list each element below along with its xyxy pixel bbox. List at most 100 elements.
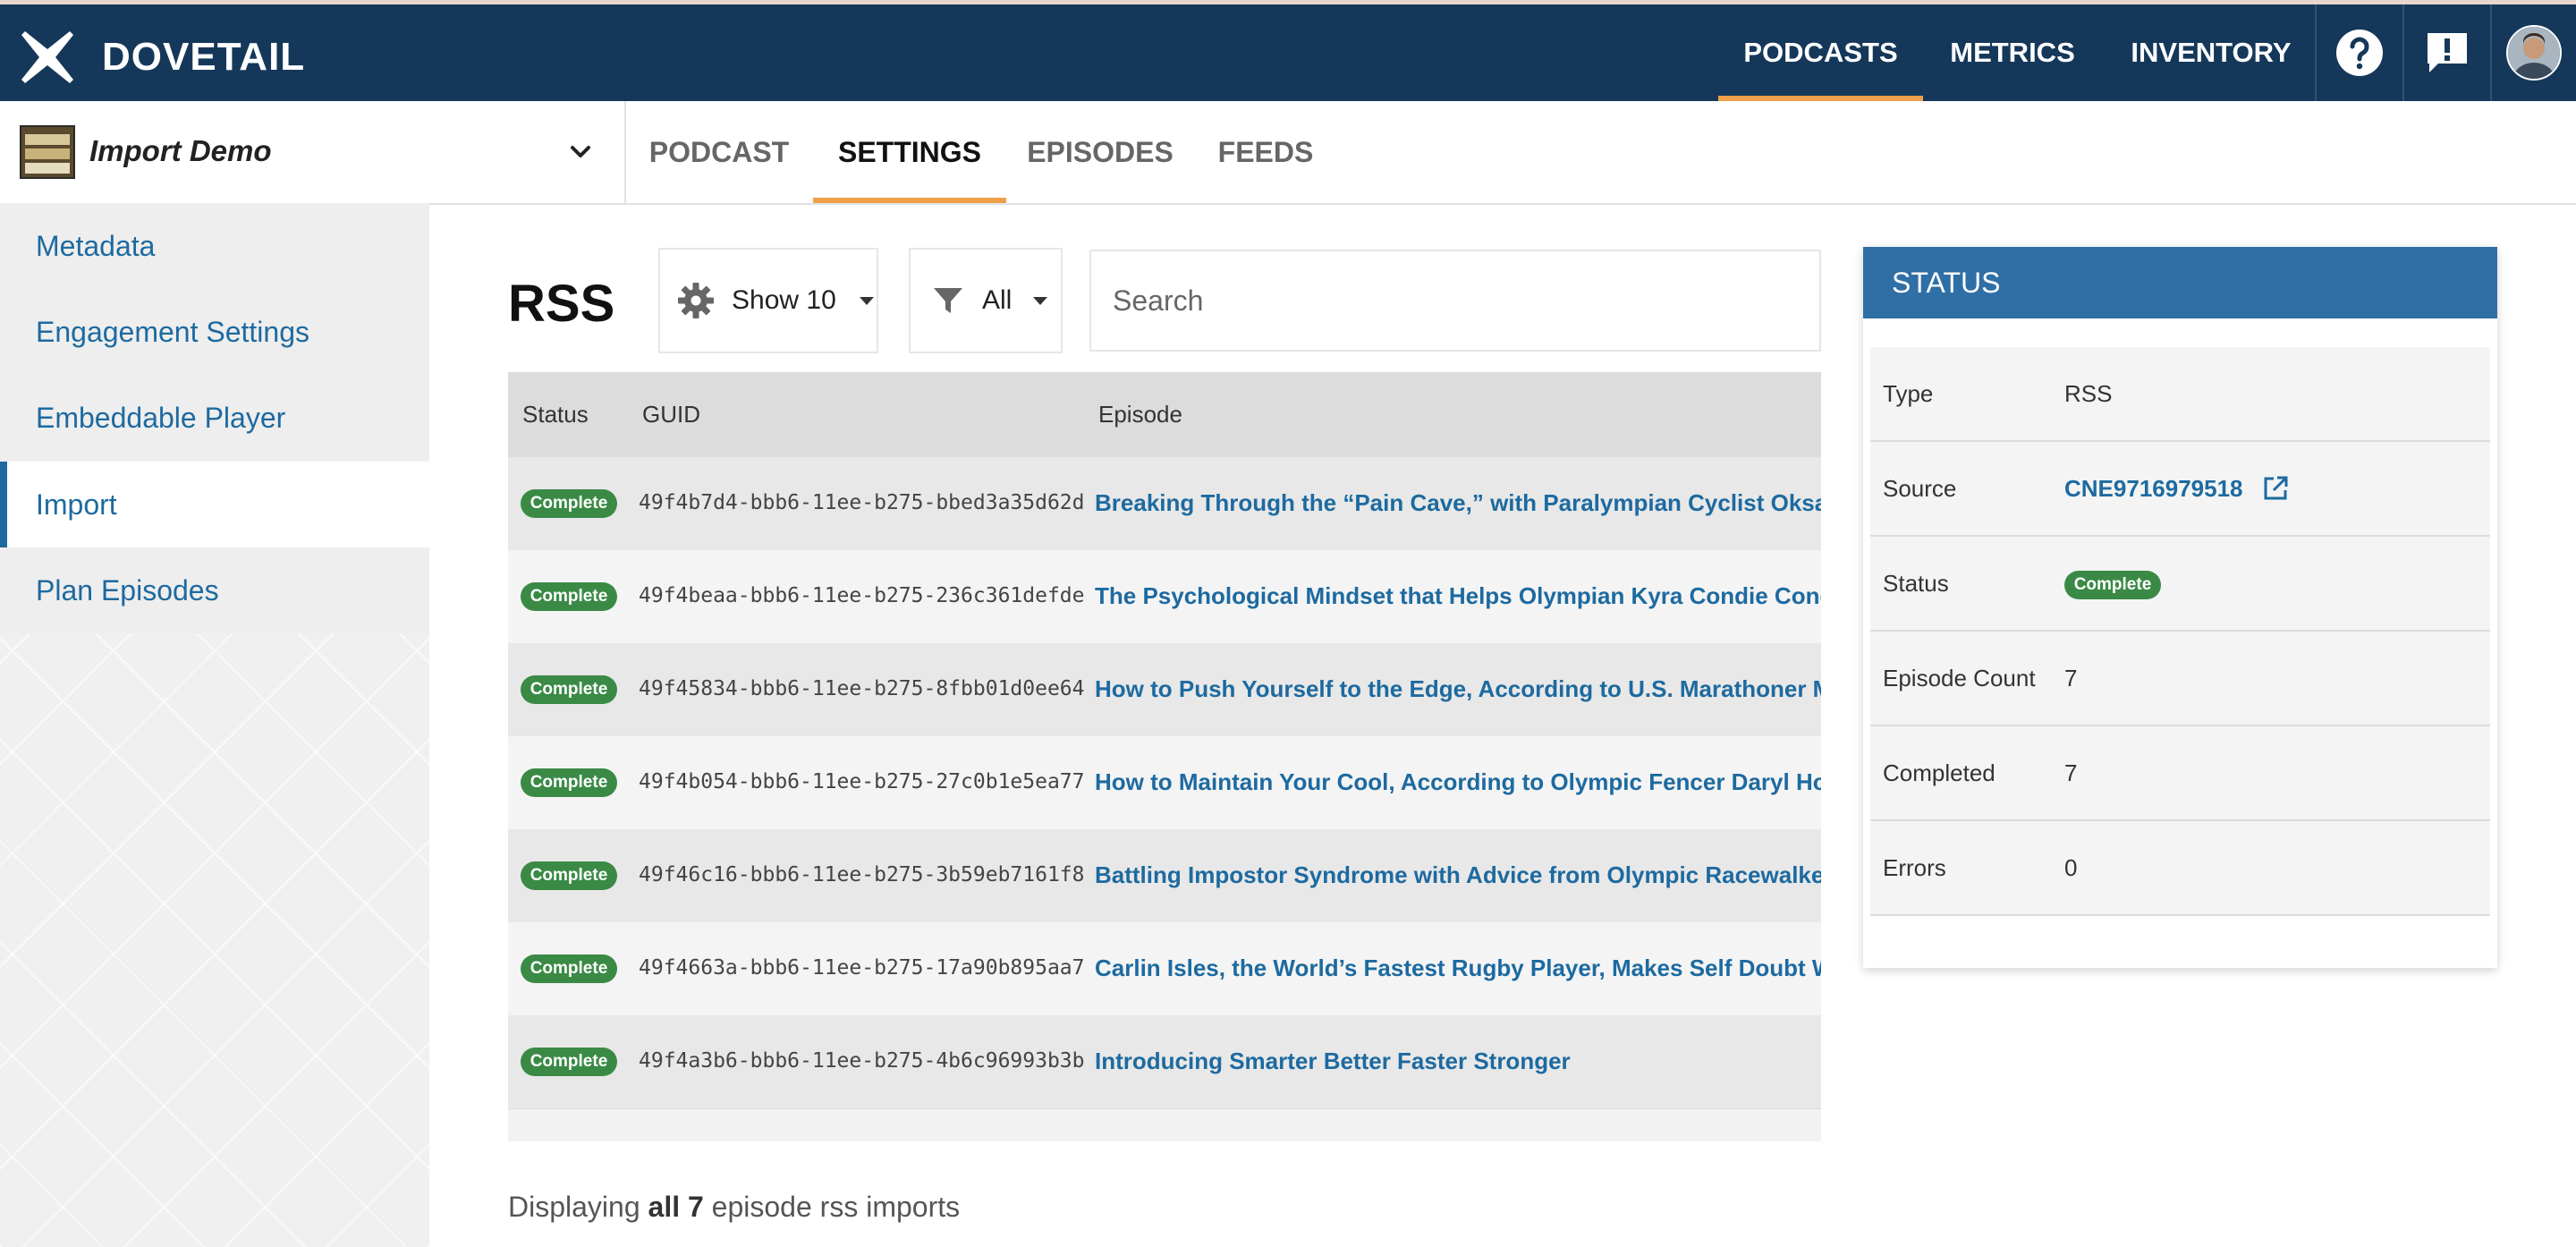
sidebar-item-plan-episodes[interactable]: Plan Episodes (0, 547, 429, 633)
tab-podcast[interactable]: PODCAST (640, 101, 798, 203)
column-header-status[interactable]: Status (522, 372, 589, 457)
tab-episodes[interactable]: EPISODES (1021, 101, 1179, 203)
external-link-icon (2264, 476, 2288, 500)
nav-metrics[interactable]: METRICS (1932, 4, 2093, 101)
episode-link[interactable]: The Psychological Mindset that Helps Oly… (1095, 582, 1821, 610)
filter-icon (934, 288, 962, 313)
feedback-icon (2428, 33, 2467, 72)
caret-down-icon (1033, 296, 1048, 305)
status-badge: Complete (521, 861, 617, 890)
status-value: 7 (2064, 759, 2078, 786)
episode-link[interactable]: How to Push Yourself to the Edge, Accord… (1095, 675, 1821, 703)
status-badge: Complete (2064, 571, 2161, 600)
guid-cell: 49f45834-bbb6-11ee-b275-8fbb01d0ee64 (639, 677, 1085, 700)
episode-link[interactable]: Introducing Smarter Better Faster Strong… (1095, 1048, 1821, 1075)
status-badge: Complete (521, 1048, 617, 1076)
top-navbar: DOVETAIL PODCASTS METRICS INVENTORY (0, 4, 2576, 101)
caret-down-icon (859, 296, 874, 305)
status-row-status: Status Complete (1870, 537, 2490, 632)
table-row: Complete 49f4beaa-bbb6-11ee-b275-236c361… (508, 550, 1821, 644)
column-header-guid[interactable]: GUID (642, 372, 700, 457)
table-row: Complete 49f45834-bbb6-11ee-b275-8fbb01d… (508, 643, 1821, 737)
page-size-dropdown[interactable]: Show 10 (658, 248, 878, 353)
sidebar-item-embeddable-player[interactable]: Embeddable Player (0, 375, 429, 461)
status-value: RSS (2064, 380, 2113, 407)
status-row-completed: Completed 7 (1870, 726, 2490, 821)
sidebar-item-label: Import (36, 488, 117, 521)
tab-settings-label: SETTINGS (837, 135, 981, 168)
table-row: Complete 49f4b054-bbb6-11ee-b275-27c0b1e… (508, 736, 1821, 830)
episode-link[interactable]: How to Maintain Your Cool, According to … (1095, 768, 1821, 796)
status-badge: Complete (521, 954, 617, 983)
podcast-name: Import Demo (89, 134, 272, 167)
sidebar-item-metadata[interactable]: Metadata (0, 203, 429, 289)
source-link[interactable]: CNE9716979518 (2064, 442, 2289, 535)
source-link-label: CNE9716979518 (2064, 475, 2243, 502)
sidebar-item-label: Embeddable Player (36, 401, 286, 434)
chevron-down-icon[interactable] (565, 137, 596, 167)
search-input[interactable] (1089, 250, 1821, 352)
status-key: Completed (1883, 759, 1996, 786)
tab-episodes-label: EPISODES (1027, 135, 1174, 168)
guid-cell: 49f4b054-bbb6-11ee-b275-27c0b1e5ea77 (639, 770, 1085, 793)
status-value: 7 (2064, 665, 2078, 691)
status-badge: Complete (521, 768, 617, 797)
page-title: RSS (508, 275, 615, 333)
summary-prefix: Displaying (508, 1191, 648, 1223)
nav-metrics-label: METRICS (1950, 37, 2075, 68)
status-row-errors: Errors 0 (1870, 821, 2490, 916)
sidebar-item-label: Plan Episodes (36, 573, 219, 607)
column-header-episode[interactable]: Episode (1098, 372, 1182, 457)
status-badge: Complete (521, 675, 617, 704)
sidebar-item-label: Metadata (36, 229, 156, 262)
table-row: Complete 49f46c16-bbb6-11ee-b275-3b59eb7… (508, 829, 1821, 923)
feedback-button[interactable] (2404, 4, 2490, 101)
nav-inventory[interactable]: INVENTORY (2111, 4, 2311, 101)
guid-cell: 49f4663a-bbb6-11ee-b275-17a90b895aa7 (639, 956, 1085, 980)
podcast-artwork-icon (20, 125, 75, 179)
sidebar-item-import[interactable]: Import (0, 462, 429, 547)
brand-name[interactable]: DOVETAIL (102, 30, 305, 84)
guid-cell: 49f4a3b6-bbb6-11ee-b275-4b6c96993b3b (639, 1049, 1085, 1073)
status-filter-label: All (982, 285, 1013, 315)
page-size-label: Show 10 (732, 285, 836, 315)
sidebar-item-engagement-settings[interactable]: Engagement Settings (0, 289, 429, 375)
status-value: 0 (2064, 854, 2078, 881)
dovetail-logo-icon[interactable] (20, 30, 75, 85)
status-key: Type (1883, 380, 1934, 407)
status-row-type: Type RSS (1870, 347, 2490, 442)
table-row: Complete 49f4b7d4-bbb6-11ee-b275-bbed3a3… (508, 457, 1821, 551)
table-row: Complete 49f4a3b6-bbb6-11ee-b275-4b6c969… (508, 1015, 1821, 1109)
summary-count: all 7 (648, 1191, 704, 1223)
settings-sidebar: Metadata Engagement Settings Embeddable … (0, 203, 429, 1247)
user-menu[interactable] (2492, 4, 2576, 101)
status-key: Episode Count (1883, 665, 2036, 691)
sidebar-item-label: Engagement Settings (36, 315, 309, 348)
tab-podcast-label: PODCAST (648, 135, 790, 168)
table-summary: Displaying all 7 episode rss imports (508, 1191, 960, 1224)
summary-suffix: episode rss imports (703, 1191, 961, 1223)
episode-link[interactable]: Carlin Isles, the World’s Fastest Rugby … (1095, 954, 1821, 982)
status-panel-header: STATUS (1863, 247, 2497, 318)
status-badge: Complete (521, 489, 617, 518)
guid-cell: 49f4b7d4-bbb6-11ee-b275-bbed3a35d62d (639, 491, 1085, 514)
guid-cell: 49f4beaa-bbb6-11ee-b275-236c361defde (639, 584, 1085, 607)
episode-link[interactable]: Battling Impostor Syndrome with Advice f… (1095, 861, 1821, 889)
nav-podcasts[interactable]: PODCASTS (1718, 4, 1923, 101)
nav-podcasts-label: PODCASTS (1743, 37, 1898, 68)
status-filter-dropdown[interactable]: All (909, 248, 1063, 353)
tab-settings[interactable]: SETTINGS (813, 101, 1006, 203)
status-key: Errors (1883, 854, 1946, 881)
podcast-selector[interactable]: Import Demo (0, 101, 626, 203)
table-row: Complete 49f4663a-bbb6-11ee-b275-17a90b8… (508, 922, 1821, 1016)
help-icon (2336, 30, 2383, 76)
nav-inventory-label: INVENTORY (2131, 37, 2292, 68)
table-header: Status GUID Episode (508, 372, 1821, 457)
podcast-subbar: Import Demo PODCAST SETTINGS EPISODES FE… (0, 101, 2576, 205)
user-avatar (2506, 25, 2562, 81)
tab-feeds[interactable]: FEEDS (1208, 101, 1324, 203)
episode-link[interactable]: Breaking Through the “Pain Cave,” with P… (1095, 489, 1821, 517)
status-badge: Complete (521, 582, 617, 611)
help-button[interactable] (2317, 4, 2402, 101)
status-row-episode-count: Episode Count 7 (1870, 632, 2490, 726)
